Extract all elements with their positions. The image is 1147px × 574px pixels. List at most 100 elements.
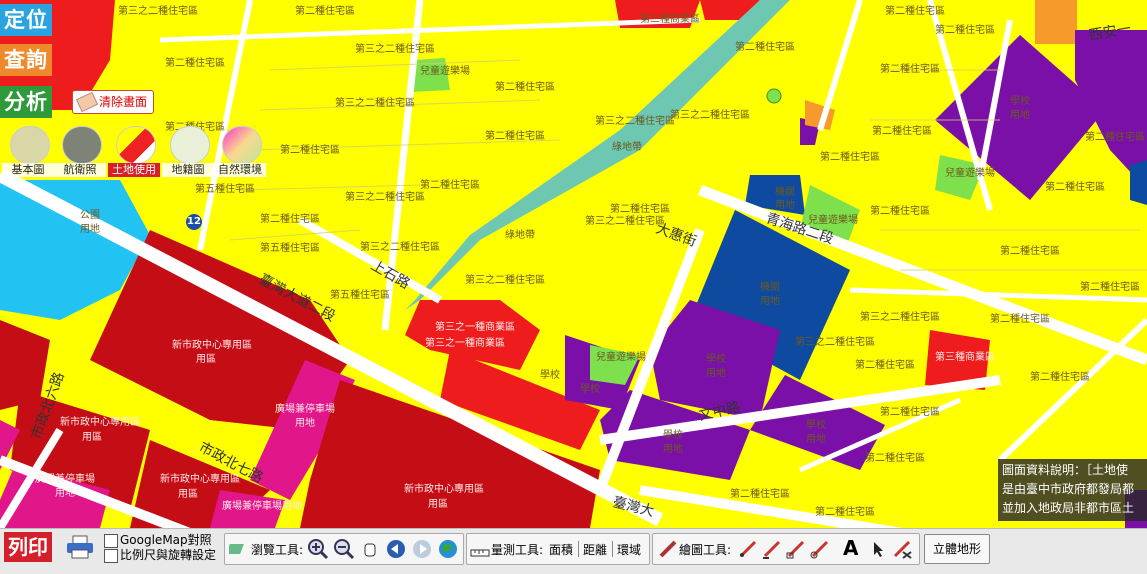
zone-label: 新市政中心專用區 [160, 472, 240, 485]
layer-natural[interactable]: 自然環境 [214, 126, 266, 178]
natural-environment-icon [222, 126, 262, 164]
zone-label: 第三之一種商業區 [435, 320, 515, 333]
layer-label: 航衛照 [54, 163, 106, 177]
zone-label: 機關 [760, 280, 780, 293]
zone-label: 第二種住宅區 [820, 150, 880, 163]
measure-distance-button[interactable]: 距離 [583, 541, 607, 558]
zone-label: 第二種住宅區 [1000, 244, 1060, 257]
clear-drawing-icon[interactable] [891, 538, 913, 560]
select-pointer-icon[interactable] [867, 538, 889, 560]
browse-label: 瀏覽工具: [251, 543, 304, 557]
layer-label: 土地使用 [108, 163, 160, 177]
zone-label: 學校 [1010, 94, 1030, 107]
draw-line-icon[interactable] [761, 538, 783, 560]
zone-label: 學校 [540, 368, 560, 381]
zone-label: 第二種住宅區 [1080, 280, 1140, 293]
googlemap-checkbox[interactable] [104, 534, 118, 548]
zone-label: 第三種商業區 [640, 12, 700, 25]
clear-map-button[interactable]: 清除畫面 [72, 90, 155, 114]
zoom-in-icon[interactable] [307, 538, 329, 560]
zone-label: 學校 [706, 352, 726, 365]
zone-label: 第三之二種住宅區 [118, 4, 198, 17]
zone-label: 第三之二種住宅區 [670, 108, 750, 121]
measure-label: 量測工具: [491, 543, 544, 557]
zone-label: 第三之二種住宅區 [585, 214, 665, 227]
zone-label: 第二種住宅區 [485, 129, 545, 142]
zone-label: 第二種住宅區 [165, 56, 225, 69]
draw-text-button[interactable]: A [843, 536, 858, 560]
printer-icon[interactable] [66, 535, 94, 559]
zone-label: 第二種住宅區 [990, 312, 1050, 325]
zone-label: 第二種住宅區 [880, 62, 940, 75]
zone-label: 第二種住宅區 [935, 23, 995, 36]
zone-label: 第二種住宅區 [885, 4, 945, 17]
land-use-map[interactable]: 第三之二種住宅區 第二種住宅區 第二種住宅區 第二種住宅區 第二種住宅區 第五種… [0, 0, 1147, 573]
zone-label: 綠地帶 [505, 228, 535, 241]
measure-buffer-button[interactable]: 環域 [617, 541, 641, 558]
zone-label: 第二種住宅區 [855, 358, 915, 371]
zone-label: 用地 [706, 366, 726, 379]
measure-area-button[interactable]: 面積 [549, 541, 573, 558]
zone-label: 第五種住宅區 [260, 241, 320, 254]
zone-label: 第五種住宅區 [330, 288, 390, 301]
layer-basemap[interactable]: 基本圖 [2, 126, 54, 178]
analyze-button[interactable]: 分析 [0, 86, 52, 118]
zone-label: 用區 [428, 498, 448, 510]
zone-label: 兒童遊樂場 [808, 213, 858, 226]
zone-label: 第二種住宅區 [872, 124, 932, 137]
browse-tools: 瀏覽工具: [224, 533, 464, 565]
layer-label: 自然環境 [214, 163, 266, 177]
zone-label: 第二種住宅區 [1030, 370, 1090, 383]
measure-tools: 量測工具: 面積 距離 環域 [466, 533, 650, 565]
zoom-out-icon[interactable] [333, 538, 355, 560]
bottom-toolbar: 列印 GoogleMap對照 比例尺與旋轉設定 瀏覽工具: 量測工具: 面積 距… [0, 528, 1147, 574]
layers-icon[interactable] [229, 538, 251, 560]
pan-hand-icon[interactable] [359, 538, 381, 560]
zone-label: 第二種住宅區 [295, 4, 355, 17]
zone-label: 第三之二種住宅區 [465, 273, 545, 286]
eraser-icon [75, 91, 99, 113]
layer-label: 基本圖 [2, 163, 54, 177]
zone-label: 公園 [80, 209, 100, 221]
back-icon[interactable] [385, 538, 407, 560]
full-extent-globe-icon[interactable] [437, 538, 459, 560]
print-button[interactable]: 列印 [4, 532, 52, 562]
layer-cadastral[interactable]: 地籍圖 [162, 126, 214, 178]
map-info-box: 圖面資料說明：［土地使 是由臺中市政府都發局都 並加入地政局非都市區土 [998, 459, 1147, 521]
zone-label: 用地 [55, 486, 75, 499]
map-marker-icon[interactable] [766, 88, 782, 104]
zone-label: 第二種住宅區 [1045, 180, 1105, 193]
draw-tools: 繪圖工具: A [652, 533, 920, 565]
3d-terrain-button[interactable]: 立體地形 [924, 534, 991, 564]
zone-label: 第三之二種住宅區 [595, 114, 675, 127]
zone-label: 學校 [663, 428, 683, 441]
zone-label: 廣場兼停車場 [275, 402, 335, 415]
zone-label: 第二種住宅區 [815, 505, 875, 518]
zone-label: 第二種住宅區 [865, 451, 925, 464]
draw-label: 繪圖工具: [679, 543, 732, 557]
rotate-checkbox[interactable] [104, 549, 118, 563]
query-button[interactable]: 查詢 [0, 44, 52, 76]
draw-pen-icon [659, 540, 677, 558]
rotate-label: 比例尺與旋轉設定 [120, 548, 217, 562]
draw-circle-icon[interactable] [809, 538, 831, 560]
zone-label: 用地 [760, 294, 780, 307]
zone-label: 第二種住宅區 [495, 80, 555, 93]
draw-polygon-icon[interactable] [785, 538, 807, 560]
zone-label: 第二種住宅區 [880, 405, 940, 418]
zone-label: 用地 [295, 416, 315, 429]
zone-label: 新市政中心專用區 [172, 338, 252, 351]
zone-label: 用地 [663, 442, 683, 455]
zone-label: 第三之二種住宅區 [795, 335, 875, 348]
layer-aerial[interactable]: 航衛照 [54, 126, 106, 178]
zone-label: 第二種住宅區 [730, 487, 790, 500]
forward-icon[interactable] [411, 538, 433, 560]
locate-button[interactable]: 定位 [0, 4, 52, 36]
draw-point-icon[interactable] [737, 538, 759, 560]
info-line: 並加入地政局非都市區土 [1002, 501, 1135, 515]
ruler-icon [470, 549, 490, 557]
zone-label: 第三種商業區 [935, 350, 995, 363]
layer-land-use[interactable]: 土地使用 [108, 126, 160, 178]
layer-label: 地籍圖 [162, 163, 214, 177]
zone-label: 第三之二種住宅區 [360, 240, 440, 253]
